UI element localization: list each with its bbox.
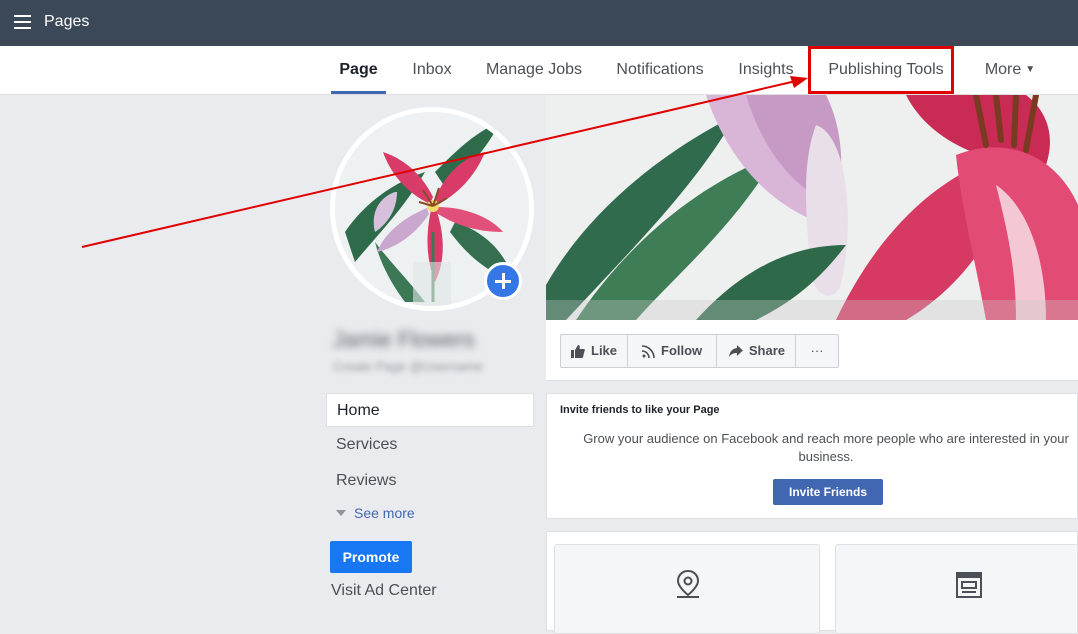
invite-card-title: Invite friends to like your Page — [560, 404, 720, 416]
tab-insights[interactable]: Insights — [730, 46, 802, 94]
left-nav-reviews[interactable]: Reviews — [326, 464, 534, 498]
visit-ad-center-link[interactable]: Visit Ad Center — [331, 582, 437, 600]
triangle-down-icon — [336, 510, 346, 516]
tab-manage-jobs-label: Manage Jobs — [485, 61, 583, 78]
caret-down-icon: ▼ — [1025, 64, 1036, 75]
invite-friends-button[interactable]: Invite Friends — [773, 479, 883, 505]
share-arrow-icon — [729, 345, 743, 357]
topbar-title[interactable]: Pages — [44, 13, 89, 31]
rss-icon — [642, 344, 655, 358]
hamburger-menu-icon[interactable] — [14, 15, 31, 29]
cover-photo[interactable] — [546, 95, 1078, 320]
tab-publishing-tools[interactable]: Publishing Tools — [820, 46, 952, 94]
left-nav-services[interactable]: Services — [326, 428, 534, 462]
page-name: Jamie Flowers — [333, 327, 475, 352]
tab-more-label: More — [984, 61, 1022, 78]
tab-notifications-label: Notifications — [616, 61, 704, 78]
ellipsis-icon: ··· — [810, 343, 824, 358]
see-more-link[interactable]: See more — [336, 505, 415, 521]
tab-inbox-label: Inbox — [412, 61, 452, 78]
invite-card-text: Grow your audience on Facebook and reach… — [583, 431, 1069, 464]
add-photo-plus-icon[interactable] — [484, 262, 522, 300]
page-post-icon — [956, 572, 982, 598]
see-more-label: See more — [354, 505, 415, 521]
tab-page[interactable]: Page — [331, 46, 386, 94]
promote-button[interactable]: Promote — [330, 541, 412, 573]
left-nav-services-label: Services — [336, 436, 398, 453]
tab-notifications[interactable]: Notifications — [608, 46, 712, 94]
page-actions: Like Follow Share ··· — [560, 334, 840, 368]
like-button[interactable]: Like — [561, 335, 629, 367]
tab-page-label: Page — [339, 61, 378, 78]
follow-label: Follow — [661, 343, 703, 358]
share-button[interactable]: Share — [717, 335, 797, 367]
tab-more[interactable]: More ▼ — [976, 46, 1044, 94]
share-label: Share — [748, 343, 786, 358]
left-nav-home-label: Home — [337, 402, 380, 419]
more-options-button[interactable]: ··· — [796, 335, 838, 367]
top-bar: Pages — [0, 0, 1078, 46]
tab-inbox[interactable]: Inbox — [404, 46, 460, 94]
thumbs-up-icon — [571, 344, 585, 358]
follow-button[interactable]: Follow — [628, 335, 718, 367]
tab-manage-jobs[interactable]: Manage Jobs — [478, 46, 590, 94]
like-label: Like — [591, 343, 618, 358]
left-nav-home[interactable]: Home — [326, 393, 534, 427]
reach-people-tile[interactable] — [554, 544, 820, 634]
page-handle: Create Page @Username — [333, 359, 483, 374]
publish-tile[interactable] — [835, 544, 1078, 634]
page-nav-bar: Page Inbox Manage Jobs Notifications Ins… — [0, 46, 1078, 95]
tab-publishing-tools-label: Publishing Tools — [828, 61, 944, 78]
left-nav-reviews-label: Reviews — [336, 472, 397, 489]
location-pin-icon — [676, 569, 700, 598]
cover-lily-image — [546, 95, 1078, 320]
tab-insights-label: Insights — [738, 61, 794, 78]
